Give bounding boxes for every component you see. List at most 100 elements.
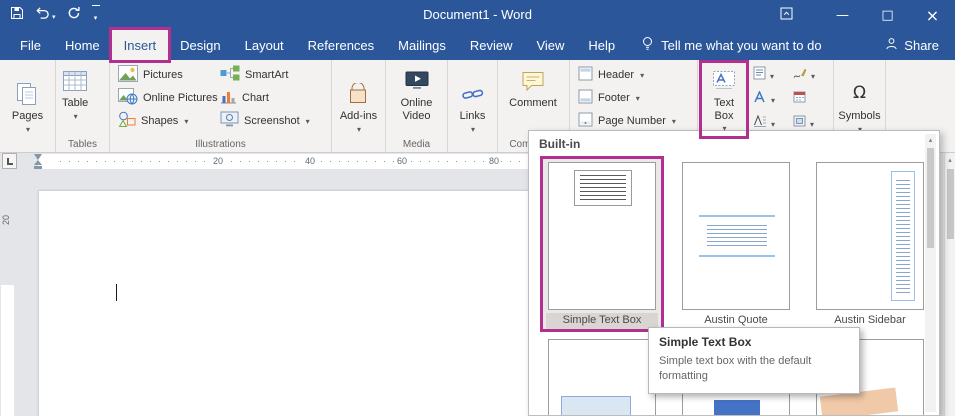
- online-pictures-button[interactable]: Online Pictures: [114, 86, 216, 109]
- addins-button[interactable]: Add-ins: [338, 76, 379, 135]
- comment-button[interactable]: Comment: [502, 63, 564, 136]
- undo-icon: [35, 6, 50, 24]
- save-button[interactable]: [10, 4, 24, 26]
- footer-button[interactable]: Footer: [574, 86, 680, 109]
- tab-help[interactable]: Help: [576, 30, 627, 60]
- gallery-item-austin-quote[interactable]: Austin Quote: [677, 159, 795, 329]
- window-controls: — □ ×: [770, 0, 955, 30]
- share-button[interactable]: Share: [885, 30, 939, 60]
- ribbon-group-links: Links: [448, 60, 498, 152]
- symbols-button[interactable]: Ω Symbols: [836, 76, 882, 135]
- dropdown-caret-icon: [810, 66, 815, 84]
- page-number-icon: [578, 112, 593, 130]
- date-time-button[interactable]: [789, 90, 829, 108]
- tab-references[interactable]: References: [296, 30, 386, 60]
- online-video-label: Online Video: [392, 97, 441, 122]
- chart-label: Chart: [242, 92, 269, 104]
- wordart-button[interactable]: [749, 90, 789, 108]
- shapes-icon: [118, 111, 136, 131]
- undo-button[interactable]: [35, 4, 56, 26]
- document-page[interactable]: [38, 190, 598, 416]
- links-icon: [462, 80, 484, 107]
- links-button[interactable]: Links: [458, 76, 488, 135]
- gallery-scrollbar[interactable]: ▴: [925, 134, 936, 412]
- screenshot-icon: [220, 111, 239, 130]
- text-cursor: [116, 284, 117, 301]
- quick-parts-button[interactable]: [749, 66, 789, 85]
- screenshot-button[interactable]: Screenshot: [216, 109, 314, 132]
- maximize-button[interactable]: □: [865, 0, 910, 30]
- scrollbar-thumb[interactable]: [927, 148, 934, 248]
- scroll-up-arrow-icon[interactable]: ▴: [945, 153, 955, 167]
- dropdown-caret-icon: [470, 123, 475, 136]
- preview-block: [561, 396, 631, 416]
- gallery-item-austin-sidebar[interactable]: Austin Sidebar: [811, 159, 929, 329]
- tab-view[interactable]: View: [524, 30, 576, 60]
- tab-file[interactable]: File: [8, 30, 53, 60]
- tooltip: Simple Text Box Simple text box with the…: [648, 327, 860, 394]
- comment-label: Comment: [509, 97, 557, 110]
- text-box-icon: [712, 67, 736, 94]
- pages-button[interactable]: Pages: [10, 76, 45, 135]
- dropdown-caret-icon: [73, 110, 78, 123]
- links-label: Links: [460, 110, 486, 123]
- dropdown-caret-icon: [769, 66, 774, 84]
- ribbon-display-options-button[interactable]: [770, 0, 802, 30]
- tab-stop-selector[interactable]: [2, 153, 17, 169]
- vertical-ruler[interactable]: 20: [0, 175, 15, 416]
- tooltip-description: Simple text box with the default formatt…: [659, 354, 849, 384]
- online-video-icon: [405, 67, 429, 94]
- tab-review[interactable]: Review: [458, 30, 525, 60]
- tab-mailings[interactable]: Mailings: [386, 30, 458, 60]
- repeat-button[interactable]: [67, 4, 81, 26]
- hanging-indent-marker[interactable]: [34, 160, 42, 165]
- smartart-button[interactable]: SmartArt: [216, 63, 314, 86]
- share-label: Share: [904, 38, 939, 53]
- wordart-icon: [753, 90, 767, 108]
- thumbnail-austin-quote: [682, 162, 790, 310]
- gallery-item-simple-text-box[interactable]: Simple Text Box: [543, 159, 661, 329]
- tell-me-search[interactable]: Tell me what you want to do: [641, 30, 821, 60]
- tab-layout[interactable]: Layout: [233, 30, 296, 60]
- header-icon: [578, 66, 593, 84]
- chart-button[interactable]: Chart: [216, 86, 314, 109]
- page-number-button[interactable]: Page Number: [574, 109, 680, 132]
- omega-symbol-icon: Ω: [853, 80, 866, 107]
- table-icon: [62, 67, 88, 94]
- tab-design[interactable]: Design: [168, 30, 232, 60]
- group-label-tables: Tables: [56, 139, 109, 150]
- close-button[interactable]: ×: [910, 0, 955, 30]
- table-button[interactable]: Table: [60, 63, 90, 136]
- tab-home[interactable]: Home: [53, 30, 112, 60]
- gallery-item[interactable]: [543, 336, 661, 416]
- footer-label: Footer: [598, 92, 630, 104]
- dropdown-caret-icon: [356, 123, 361, 136]
- online-pictures-icon: [118, 88, 138, 108]
- header-button[interactable]: Header: [574, 63, 680, 86]
- thumbnail-austin-sidebar: [816, 162, 924, 310]
- text-box-button[interactable]: Text Box: [702, 63, 746, 136]
- left-tab-icon: [7, 158, 13, 165]
- gallery-row: Simple Text Box Austin Quote Austin Side…: [543, 159, 929, 329]
- shapes-button[interactable]: Shapes: [114, 109, 216, 132]
- repeat-icon: [67, 6, 81, 24]
- minimize-button[interactable]: —: [820, 0, 865, 30]
- ribbon-group-media: Online Video Media: [386, 60, 448, 152]
- group-label-illustrations: Illustrations: [110, 139, 331, 150]
- scrollbar-thumb[interactable]: [947, 169, 954, 239]
- signature-line-button[interactable]: [789, 66, 829, 84]
- addins-label: Add-ins: [340, 110, 377, 123]
- tab-insert[interactable]: Insert: [112, 30, 169, 60]
- scroll-up-arrow-icon[interactable]: ▴: [925, 134, 936, 146]
- vertical-scrollbar[interactable]: ▴: [944, 153, 955, 416]
- ribbon-display-options-icon: [780, 7, 793, 23]
- pictures-button[interactable]: Pictures: [114, 63, 216, 86]
- quick-parts-icon: [753, 66, 766, 85]
- customize-quick-access-button[interactable]: [92, 4, 100, 26]
- left-indent-marker[interactable]: [34, 166, 42, 169]
- dropdown-caret-icon: [721, 122, 726, 135]
- quick-access-toolbar: [10, 0, 100, 30]
- pages-icon: [16, 80, 38, 107]
- online-video-button[interactable]: Online Video: [390, 63, 443, 136]
- preview-block: [714, 400, 760, 416]
